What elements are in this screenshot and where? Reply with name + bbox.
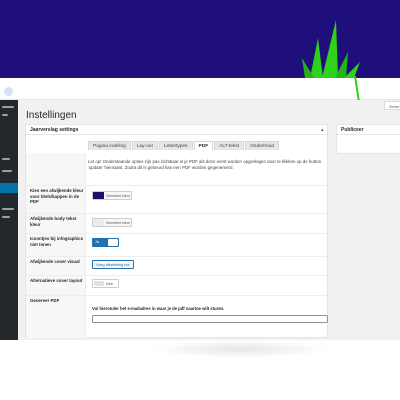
tab-lay-out[interactable]: Lay-out [131,141,158,150]
body-color-button-label: Selecteer kleur [106,221,130,225]
screen-options-button[interactable]: Scher [384,101,400,110]
sidebar-item-1[interactable] [2,106,14,108]
pdf-intro-text: Let op! Onderstaande opties zijn pas zic… [88,159,322,170]
admin-sidebar [0,100,18,340]
body-color-swatch [93,219,104,226]
sidebar-item-6[interactable] [2,216,10,218]
main-content: Instellingen Scher Jaarverslag settings … [18,100,400,340]
publish-box-header: Publiceer [337,125,400,135]
tab-lettertypes[interactable]: Lettertypes [158,141,193,150]
tab-pdf[interactable]: PDF [193,141,214,150]
heading-color-button-label: Selecteer kleur [106,194,130,198]
alt-cover-toggle-state: Nee [106,281,113,286]
browser-dot-icon [4,87,13,96]
toggle-knob [94,281,104,286]
tab-pagina-indeling[interactable]: Pagina indeling [88,141,131,150]
admin-screenshot: Instellingen Scher Jaarverslag settings … [0,76,400,340]
generate-pdf-help: Vul hieronder het e-mailadres in waar je… [92,306,225,311]
row-divider [26,275,327,276]
arrow-up-icon[interactable]: ▴ [321,127,324,133]
row-divider [26,185,327,186]
hero-banner [0,0,400,78]
heading-color-swatch [93,192,104,199]
browser-bar [0,78,400,100]
tab-onderhoud[interactable]: Onderhoud [245,141,280,150]
row-divider [26,213,327,214]
settings-panel-title: Jaarverslag settings [30,127,79,133]
toggle-knob [108,239,118,246]
generate-pdf-label: Genereer PDF [30,298,60,303]
screenshot-stage: Instellingen Scher Jaarverslag settings … [0,0,400,400]
sidebar-item-3[interactable] [2,158,10,160]
settings-panel-header: Jaarverslag settings ▴ [26,125,327,135]
pdf-email-input[interactable] [92,315,328,323]
settings-tabs: Pagina indeling Lay-out Lettertypes PDF ALT-… [88,141,280,150]
publish-title: Publiceer [341,127,364,133]
settings-panel: Jaarverslag settings ▴ Pagina indeling La… [25,124,328,338]
icons-toggle-switch[interactable]: Ja [92,238,119,247]
publish-box: Publiceer [336,124,400,154]
cover-visual-label: Afwijkende cover visual [30,259,80,264]
sidebar-item-5[interactable] [2,208,14,210]
row-divider [26,256,327,257]
sidebar-item-active[interactable] [0,183,18,193]
heading-color-label: Kies een afwijkende kleur voor titels/ka… [30,188,84,205]
heading-color-picker[interactable]: Selecteer kleur [92,191,132,200]
sidebar-item-2[interactable] [2,114,8,116]
row-divider [26,233,327,234]
tab-alt-tekst[interactable]: ALT-tekst [214,141,245,150]
plant-illustration [302,20,360,78]
body-color-picker[interactable]: Selecteer kleur [92,218,132,227]
row-divider [26,295,327,296]
alt-cover-label: Alternatieve cover layout [30,278,83,283]
sidebar-item-4[interactable] [2,170,12,172]
add-image-button[interactable]: Voeg afbeelding toe [92,260,134,269]
card-shadow [150,340,330,358]
icons-toggle-state: Ja [95,240,100,244]
page-title: Instellingen [26,110,77,121]
alt-cover-toggle-switch[interactable]: Nee [92,279,119,288]
icons-toggle-label: Icoontjes bij infographics niet tonen [30,236,84,247]
body-color-label: Afwijkende body tekst kleur [30,216,77,227]
